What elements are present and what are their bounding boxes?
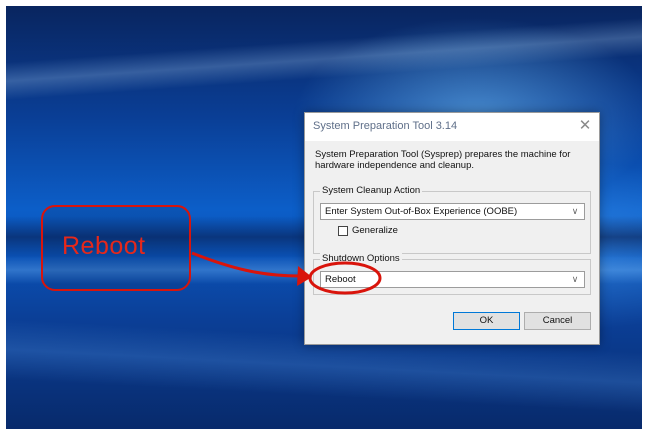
dialog-titlebar[interactable]: System Preparation Tool 3.14 ✕ xyxy=(305,113,599,141)
chevron-down-icon: ∨ xyxy=(571,274,579,284)
dialog-title: System Preparation Tool 3.14 xyxy=(313,120,458,132)
sysprep-dialog: System Preparation Tool 3.14 ✕ System Pr… xyxy=(304,112,600,345)
close-icon[interactable]: ✕ xyxy=(573,115,597,137)
shutdown-options-group: Shutdown Options Reboot ∨ xyxy=(313,253,591,295)
wallpaper-light-beam xyxy=(6,17,642,101)
annotation-callout-text: Reboot xyxy=(62,232,146,260)
cleanup-action-value: Enter System Out-of-Box Experience (OOBE… xyxy=(325,206,518,217)
cleanup-action-select[interactable]: Enter System Out-of-Box Experience (OOBE… xyxy=(320,203,585,220)
cancel-button[interactable]: Cancel xyxy=(524,312,591,330)
generalize-checkbox[interactable] xyxy=(338,226,348,236)
dialog-description: System Preparation Tool (Sysprep) prepar… xyxy=(315,149,571,171)
screenshot-stage: Reboot System Preparation Tool 3.14 ✕ Sy… xyxy=(0,0,650,435)
chevron-down-icon: ∨ xyxy=(571,206,579,216)
generalize-label[interactable]: Generalize xyxy=(352,225,398,236)
shutdown-options-select[interactable]: Reboot ∨ xyxy=(320,271,585,288)
shutdown-options-label: Shutdown Options xyxy=(320,253,402,264)
system-cleanup-label: System Cleanup Action xyxy=(320,185,423,196)
ok-button[interactable]: OK xyxy=(453,312,520,330)
shutdown-options-value: Reboot xyxy=(325,274,356,285)
system-cleanup-group: System Cleanup Action Enter System Out-o… xyxy=(313,185,591,254)
